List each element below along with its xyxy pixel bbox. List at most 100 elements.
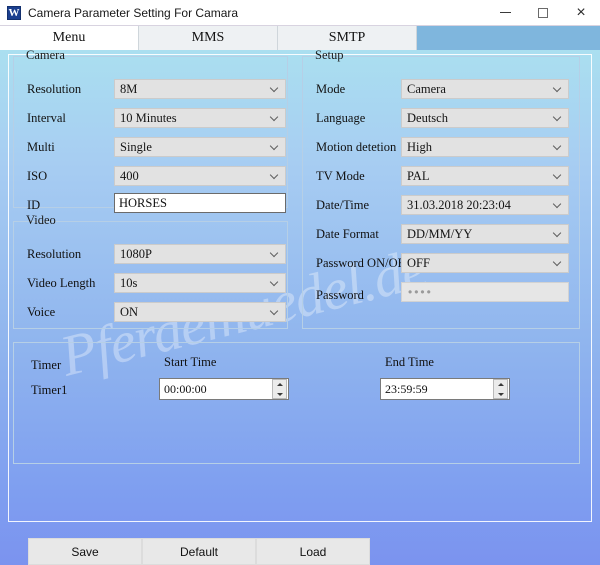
default-button[interactable]: Default: [142, 538, 256, 565]
load-button[interactable]: Load: [256, 538, 370, 565]
setup-password-value: ••••: [408, 285, 433, 299]
camera-resolution-select[interactable]: 8M: [114, 79, 286, 99]
chevron-down-icon: [271, 279, 278, 286]
setup-tv-mode-value: PAL: [407, 168, 430, 183]
timer-group: Timer Timer1 Start Time End Time 00:00:0…: [13, 342, 580, 464]
camera-iso-label: ISO: [27, 168, 48, 183]
camera-iso-value: 400: [120, 168, 139, 183]
camera-iso-select[interactable]: 400: [114, 166, 286, 186]
chevron-down-icon: [554, 85, 561, 92]
setup-language-select[interactable]: Deutsch: [401, 108, 569, 128]
setup-mode-label: Mode: [316, 81, 346, 96]
setup-motion-detection-label: Motion detetion: [316, 139, 397, 154]
chevron-down-icon: [271, 114, 278, 121]
minimize-button[interactable]: [486, 0, 524, 25]
stepper-down-icon[interactable]: [273, 389, 286, 398]
setup-password-label: Password: [316, 287, 364, 302]
camera-interval-label-row: Interval: [27, 108, 66, 128]
video-group-legend: Video: [22, 213, 60, 228]
tab-menu[interactable]: Menu: [0, 26, 139, 50]
setup-motion-detection-label-row: Motion detetion: [316, 137, 396, 157]
end-time-value: 23:59:59: [385, 381, 428, 396]
setup-mode-select[interactable]: Camera: [401, 79, 569, 99]
video-resolution-label-row: Resolution: [27, 244, 81, 264]
start-time-value: 00:00:00: [164, 381, 207, 396]
save-button[interactable]: Save: [28, 538, 142, 565]
setup-password-onoff-label: Password ON/OFF: [316, 255, 412, 270]
setup-password-onoff-select[interactable]: OFF: [401, 253, 569, 273]
video-voice-label: Voice: [27, 304, 56, 319]
camera-multi-select[interactable]: Single: [114, 137, 286, 157]
camera-id-value: HORSES: [119, 195, 167, 210]
video-length-value: 10s: [120, 275, 138, 290]
camera-resolution-value: 8M: [120, 81, 138, 96]
camera-id-label: ID: [27, 197, 41, 212]
setup-password-input[interactable]: ••••: [401, 282, 569, 302]
app-logo-icon: [7, 5, 21, 21]
stepper-up-icon[interactable]: [494, 380, 507, 389]
camera-id-input[interactable]: HORSES: [114, 193, 286, 213]
video-length-select[interactable]: 10s: [114, 273, 286, 293]
video-voice-label-row: Voice: [27, 302, 55, 322]
setup-datetime-value: 31.03.2018 20:23:04: [407, 197, 511, 212]
stepper-up-icon[interactable]: [273, 380, 286, 389]
camera-interval-select[interactable]: 10 Minutes: [114, 108, 286, 128]
camera-interval-label: Interval: [27, 110, 66, 125]
end-time-header: End Time: [385, 355, 434, 369]
window-controls: ×: [486, 0, 600, 25]
setup-datetime-label-row: Date/Time: [316, 195, 369, 215]
video-resolution-select[interactable]: 1080P: [114, 244, 286, 264]
chevron-down-icon: [271, 85, 278, 92]
video-voice-select[interactable]: ON: [114, 302, 286, 322]
tab-mms[interactable]: MMS: [139, 26, 278, 50]
timer-label: Timer: [31, 358, 62, 372]
camera-group: Camera Resolution 8M Interval 10 Minutes…: [13, 50, 288, 213]
main-panel: Pferdemuedel.de Camera Resolution 8M Int…: [0, 50, 600, 565]
camera-parameter-setting-window: Camera Parameter Setting For Camara × Me…: [0, 0, 600, 565]
minimize-icon: [499, 12, 511, 13]
action-button-bar: Save Default Load: [0, 538, 600, 565]
camera-multi-value: Single: [120, 139, 152, 154]
chevron-down-icon: [554, 172, 561, 179]
start-time-stepper[interactable]: [272, 379, 287, 399]
setup-motion-detection-select[interactable]: High: [401, 137, 569, 157]
camera-group-legend: Camera: [22, 50, 69, 63]
setup-date-format-value: DD/MM/YY: [407, 226, 473, 241]
setup-tv-mode-select[interactable]: PAL: [401, 166, 569, 186]
setup-datetime-label: Date/Time: [316, 197, 370, 212]
start-time-header: Start Time: [164, 355, 217, 369]
setup-language-label: Language: [316, 110, 366, 125]
chevron-down-icon: [271, 143, 278, 150]
camera-resolution-label-row: Resolution: [27, 79, 81, 99]
setup-group: Setup Mode Camera Language Deutsch Motio…: [302, 50, 580, 329]
setup-datetime-select[interactable]: 31.03.2018 20:23:04: [401, 195, 569, 215]
setup-tv-mode-label: TV Mode: [316, 168, 365, 183]
setup-mode-value: Camera: [407, 81, 446, 96]
close-button[interactable]: ×: [562, 0, 600, 25]
setup-mode-label-row: Mode: [316, 79, 345, 99]
start-time-spinner[interactable]: 00:00:00: [159, 378, 289, 400]
chevron-down-icon: [271, 172, 278, 179]
chevron-down-icon: [554, 114, 561, 121]
stepper-down-icon[interactable]: [494, 389, 507, 398]
title-bar: Camera Parameter Setting For Camara ×: [0, 0, 600, 26]
setup-password-onoff-label-row: Password ON/OFF: [316, 253, 412, 273]
camera-resolution-label: Resolution: [27, 81, 82, 96]
tab-smtp[interactable]: SMTP: [278, 26, 417, 50]
setup-date-format-select[interactable]: DD/MM/YY: [401, 224, 569, 244]
chevron-down-icon: [554, 143, 561, 150]
window-title: Camera Parameter Setting For Camara: [28, 5, 239, 20]
end-time-stepper[interactable]: [493, 379, 508, 399]
maximize-button[interactable]: [524, 0, 562, 25]
setup-password-onoff-value: OFF: [407, 255, 430, 270]
video-length-label-row: Video Length: [27, 273, 95, 293]
video-length-label: Video Length: [27, 275, 96, 290]
close-icon: ×: [576, 3, 586, 21]
end-time-spinner[interactable]: 23:59:59: [380, 378, 510, 400]
chevron-down-icon: [271, 308, 278, 315]
setup-motion-detection-value: High: [407, 139, 432, 154]
chevron-down-icon: [271, 250, 278, 257]
video-group: Video Resolution 1080P Video Length 10s …: [13, 213, 288, 329]
video-resolution-value: 1080P: [120, 246, 152, 261]
tab-strip: Menu MMS SMTP: [0, 26, 600, 50]
